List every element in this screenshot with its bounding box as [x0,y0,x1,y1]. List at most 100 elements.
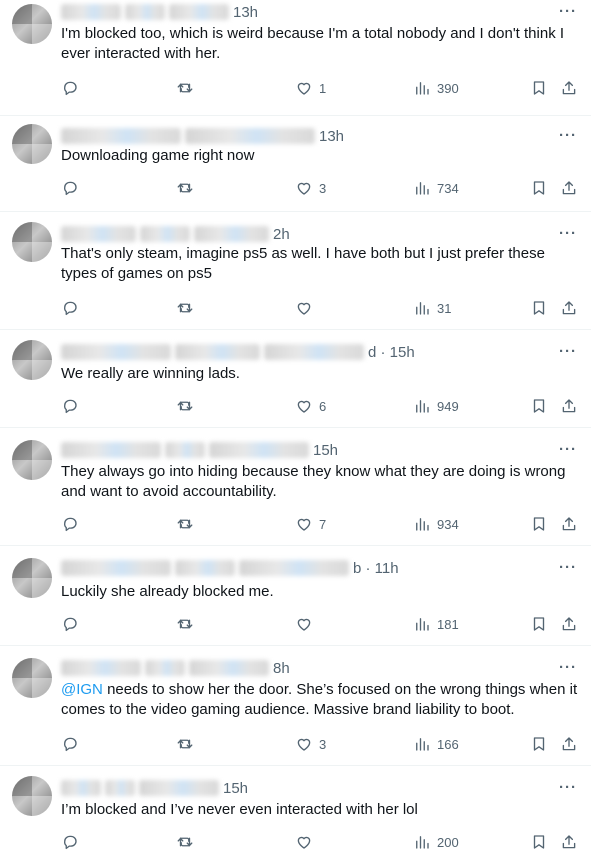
tweet-reply[interactable]: 13h ··· Downloading game right now 3 734 [0,116,591,212]
repost-button[interactable] [176,514,200,534]
bookmark-icon [530,179,548,197]
more-icon[interactable]: ··· [559,3,577,20]
like-button[interactable]: 1 [295,78,326,98]
timestamp[interactable]: 15h [313,442,338,459]
repost-button[interactable] [176,832,200,852]
reply-button[interactable] [61,178,85,198]
views-button[interactable]: 31 [413,298,451,318]
timestamp[interactable]: 15h [223,780,248,797]
display-name-redacted[interactable] [61,660,141,676]
views-button[interactable]: 390 [413,78,459,98]
tweet-reply[interactable]: d · 15h ··· We really are winning lads. 6 94… [0,330,591,428]
reply-button[interactable] [61,396,85,416]
display-name-redacted[interactable] [61,442,161,458]
timestamp[interactable]: 8h [273,660,290,677]
bookmark-button[interactable] [530,614,548,634]
display-name-redacted[interactable] [61,128,181,144]
tweet-header: 13h [61,126,579,146]
timestamp[interactable]: d · 15h [368,344,415,361]
avatar[interactable] [12,340,52,380]
reply-button[interactable] [61,514,85,534]
views-button[interactable]: 181 [413,614,459,634]
more-icon[interactable]: ··· [559,441,577,458]
avatar[interactable] [12,124,52,164]
bookmark-button[interactable] [530,78,548,98]
share-button[interactable] [560,396,578,416]
timestamp[interactable]: 13h [233,4,258,21]
avatar[interactable] [12,658,52,698]
more-icon[interactable]: ··· [559,225,577,242]
reply-button[interactable] [61,614,85,634]
views-button[interactable]: 949 [413,396,459,416]
display-name-redacted[interactable] [61,4,121,20]
avatar[interactable] [12,222,52,262]
repost-button[interactable] [176,734,200,754]
bookmark-button[interactable] [530,832,548,852]
views-icon [413,299,431,317]
more-icon[interactable]: ··· [559,343,577,360]
repost-button[interactable] [176,396,200,416]
tweet-reply[interactable]: b · 11h ··· Luckily she already blocked me… [0,546,591,646]
reply-button[interactable] [61,832,85,852]
like-button[interactable]: 3 [295,178,326,198]
share-button[interactable] [560,734,578,754]
reply-button[interactable] [61,734,85,754]
like-button[interactable] [295,614,319,634]
more-icon[interactable]: ··· [559,559,577,576]
share-button[interactable] [560,298,578,318]
timestamp[interactable]: 2h [273,226,290,243]
views-count: 181 [437,616,459,632]
share-button[interactable] [560,614,578,634]
reply-button[interactable] [61,298,85,318]
repost-button[interactable] [176,178,200,198]
tweet-reply[interactable]: 8h ··· @IGN needs to show her the door. Sh… [0,646,591,766]
tweet-reply[interactable]: 2h ··· That's only steam, imagine ps5 as w… [0,212,591,330]
more-icon[interactable]: ··· [559,127,577,144]
like-button[interactable] [295,298,319,318]
repost-button[interactable] [176,78,200,98]
tweet-body: We really are winning lads. [61,365,240,382]
avatar[interactable] [12,558,52,598]
tweet-reply[interactable]: 15h ··· They always go into hiding because… [0,428,591,546]
share-button[interactable] [560,514,578,534]
views-button[interactable]: 200 [413,832,459,852]
repost-button[interactable] [176,298,200,318]
tweet-reply[interactable]: 15h ··· I’m blocked and I’ve never even in… [0,766,591,861]
display-name-redacted[interactable] [61,344,171,360]
like-count: 3 [319,736,327,752]
bookmark-button[interactable] [530,514,548,534]
more-icon[interactable]: ··· [559,779,577,796]
views-icon [413,515,431,533]
share-button[interactable] [560,832,578,852]
share-icon [560,735,578,753]
avatar[interactable] [12,4,52,44]
reply-button[interactable] [61,78,85,98]
bookmark-button[interactable] [530,298,548,318]
avatar[interactable] [12,776,52,816]
bookmark-button[interactable] [530,396,548,416]
like-button[interactable]: 6 [295,396,326,416]
display-name-redacted[interactable] [61,226,136,242]
bookmark-button[interactable] [530,178,548,198]
display-name-redacted[interactable] [61,780,101,796]
share-button[interactable] [560,78,578,98]
repost-button[interactable] [176,614,200,634]
views-icon [413,735,431,753]
bookmark-button[interactable] [530,734,548,754]
more-icon[interactable]: ··· [559,659,577,676]
timestamp[interactable]: 13h [319,128,344,145]
like-button[interactable]: 7 [295,514,326,534]
views-button[interactable]: 166 [413,734,459,754]
timestamp[interactable]: b · 11h [353,560,399,577]
views-button[interactable]: 734 [413,178,459,198]
like-button[interactable] [295,832,319,852]
username-redacted [175,560,235,576]
share-button[interactable] [560,178,578,198]
avatar[interactable] [12,440,52,480]
views-button[interactable]: 934 [413,514,459,534]
tweet-reply[interactable]: 13h ··· I'm blocked too, which is weird be… [0,0,591,116]
mention-link[interactable]: @IGN [61,681,103,698]
like-button[interactable]: 3 [295,734,326,754]
display-name-redacted[interactable] [61,560,171,576]
views-count: 734 [437,180,459,196]
